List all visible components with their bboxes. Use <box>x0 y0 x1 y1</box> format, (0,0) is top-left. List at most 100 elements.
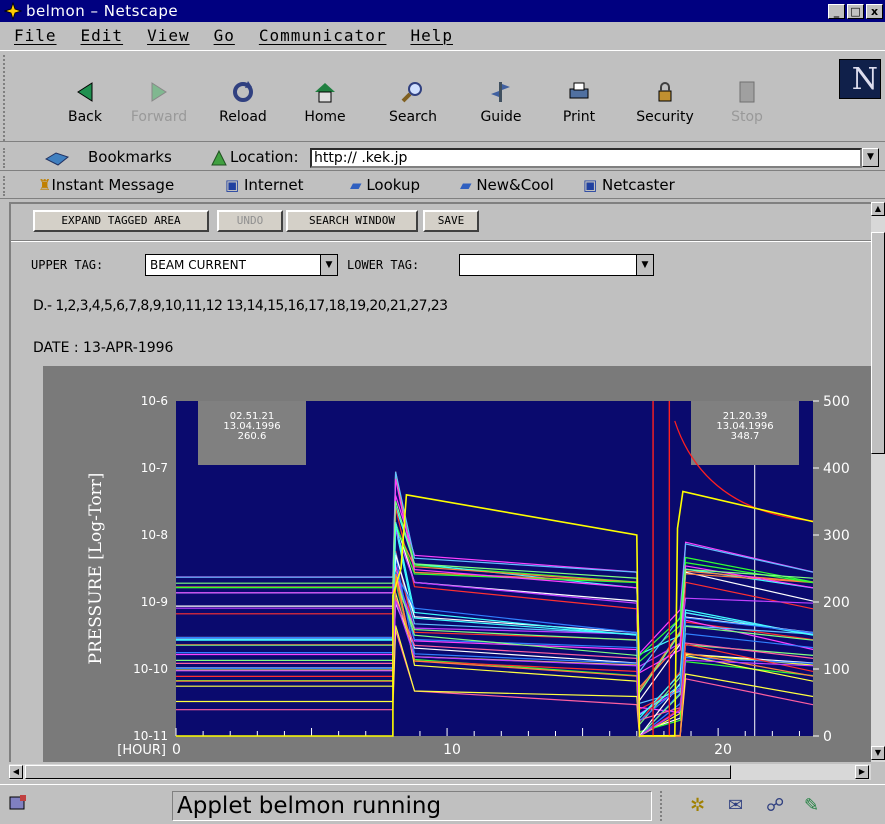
mail-icon[interactable]: ✉ <box>728 795 743 816</box>
scroll-left-button[interactable]: ◀ <box>9 765 23 779</box>
netcaster-link[interactable]: ▣ Netcaster <box>583 176 675 194</box>
status-text: Applet belmon running <box>172 791 652 821</box>
menu-edit[interactable]: Edit <box>81 26 124 45</box>
instant-message-icon: ♜ <box>38 176 52 194</box>
reload-button[interactable]: Reload <box>208 81 278 125</box>
back-icon <box>77 82 93 102</box>
menu-help[interactable]: Help <box>410 26 453 45</box>
upper-tag-label: UPPER TAG: <box>31 258 104 272</box>
netscape-n-logo[interactable]: N <box>839 59 881 99</box>
connection-status-icon <box>9 795 26 810</box>
x-tick-label: 20 <box>714 742 732 758</box>
security-icon <box>658 82 672 102</box>
home-label: Home <box>304 109 346 125</box>
component-bar-grip[interactable] <box>660 791 680 821</box>
stop-button[interactable]: Stop <box>712 81 782 125</box>
navigator-icon[interactable]: ✲ <box>690 795 705 816</box>
search-label: Search <box>388 109 438 125</box>
y-right-tick-label: 300 <box>823 528 850 544</box>
security-label: Security <box>636 109 694 125</box>
vertical-scrollbar[interactable]: ▲ ▼ <box>871 202 885 762</box>
scroll-down-button[interactable]: ▼ <box>871 746 885 760</box>
bookmarks-icon <box>44 152 70 166</box>
y-left-tick-label: 10-11 <box>133 729 168 743</box>
divider <box>11 240 871 242</box>
toolbar-grip[interactable] <box>3 55 9 141</box>
print-button[interactable]: Print <box>544 82 614 125</box>
composer-icon[interactable]: ✎ <box>804 795 819 816</box>
upper-tag-select[interactable]: BEAM CURRENT ▼ <box>145 254 338 276</box>
chevron-down-icon: ▼ <box>636 255 653 275</box>
vertical-scroll-thumb[interactable] <box>871 232 885 454</box>
y-right-tick-label: 100 <box>823 662 850 678</box>
window-title: belmon – Netscape <box>26 2 179 20</box>
scroll-up-button[interactable]: ▲ <box>871 202 885 216</box>
back-label: Back <box>68 109 102 125</box>
x-axis-label: [HOUR] <box>117 743 166 758</box>
menu-go[interactable]: Go <box>214 26 235 45</box>
guide-button[interactable]: Guide <box>466 82 536 125</box>
chevron-down-icon: ▼ <box>320 255 337 275</box>
menu-communicator[interactable]: Communicator <box>259 26 387 45</box>
search-icon <box>401 82 422 103</box>
instant-message-link[interactable]: ♜Instant Message <box>38 176 174 194</box>
discussions-icon[interactable]: ☍ <box>766 795 784 816</box>
location-icon <box>211 149 227 166</box>
maximize-button[interactable]: □ <box>847 3 864 19</box>
annotation-value: 348.7 <box>731 431 760 442</box>
y-right-tick-label: 500 <box>823 394 850 410</box>
back-button[interactable]: Back <box>50 82 120 125</box>
security-button[interactable]: Security <box>630 82 700 125</box>
url-dropdown-button[interactable]: ▼ <box>862 148 879 167</box>
forward-button[interactable]: Forward <box>124 82 194 125</box>
y-left-tick-label: 10-9 <box>141 595 168 609</box>
expand-tagged-area-button[interactable]: EXPAND TAGGED AREA <box>33 210 209 232</box>
y-right-tick-label: 200 <box>823 595 850 611</box>
print-icon <box>569 82 589 99</box>
horizontal-scrollbar[interactable]: ◀ ▶ <box>9 764 871 780</box>
lookup-link[interactable]: ▰ Lookup <box>350 176 420 194</box>
netcaster-icon: ▣ <box>583 176 598 194</box>
home-button[interactable]: Home <box>290 83 360 125</box>
personal-grip[interactable] <box>3 176 9 196</box>
location-bar: Bookmarks Location: http:// .kek.jp ▼ <box>0 145 885 171</box>
minimize-button[interactable]: _ <box>828 3 845 19</box>
newcool-link[interactable]: ▰ New&Cool <box>460 176 554 194</box>
undo-button[interactable]: UNDO <box>217 210 283 232</box>
y-left-tick-label: 10-6 <box>141 394 168 408</box>
url-input[interactable]: http:// .kek.jp <box>310 148 862 168</box>
lookup-folder-icon: ▰ <box>350 176 362 194</box>
menu-view[interactable]: View <box>147 26 190 45</box>
bookmarks-button[interactable]: Bookmarks <box>88 148 172 166</box>
menu-bar: File Edit View Go Communicator Help <box>0 22 885 48</box>
forward-label: Forward <box>130 109 188 125</box>
date-text: DATE : 13-APR-1996 <box>33 340 174 356</box>
stop-icon <box>739 81 755 103</box>
x-tick-label: 0 <box>172 742 181 758</box>
internet-label: Internet <box>243 176 304 194</box>
netscape-logo-icon <box>4 2 22 20</box>
horizontal-scroll-thumb[interactable] <box>25 765 731 779</box>
lower-tag-label: LOWER TAG: <box>347 258 420 272</box>
print-label: Print <box>562 109 596 125</box>
y-left-tick-label: 10-8 <box>141 528 168 542</box>
upper-tag-value: BEAM CURRENT <box>150 258 246 272</box>
guide-label: Guide <box>480 109 522 125</box>
internet-link[interactable]: ▣ Internet <box>225 176 304 194</box>
search-button[interactable]: Search <box>378 82 448 125</box>
close-button[interactable]: x <box>866 3 883 19</box>
reload-label: Reload <box>219 109 267 125</box>
pressure-chart[interactable]: PRESSURE [Log-Torr] 10-6 10-7 10-8 10-9 10-10… <box>43 366 871 762</box>
y-right-tick-label: 0 <box>823 729 832 745</box>
scroll-right-button[interactable]: ▶ <box>855 765 869 779</box>
location-grip[interactable] <box>3 148 9 168</box>
lower-tag-select[interactable]: ▼ <box>459 254 654 276</box>
netcaster-label: Netcaster <box>601 176 675 194</box>
y-right-tick-label: 400 <box>823 461 850 477</box>
detector-list: D.- 1,2,3,4,5,6,7,8,9,10,11,12 13,14,15,… <box>33 298 448 314</box>
search-window-button[interactable]: SEARCH WINDOW <box>286 210 418 232</box>
menu-file[interactable]: File <box>14 26 57 45</box>
home-icon <box>315 83 335 103</box>
save-button[interactable]: SAVE <box>423 210 479 232</box>
y-left-tick-label: 10-10 <box>133 662 168 676</box>
